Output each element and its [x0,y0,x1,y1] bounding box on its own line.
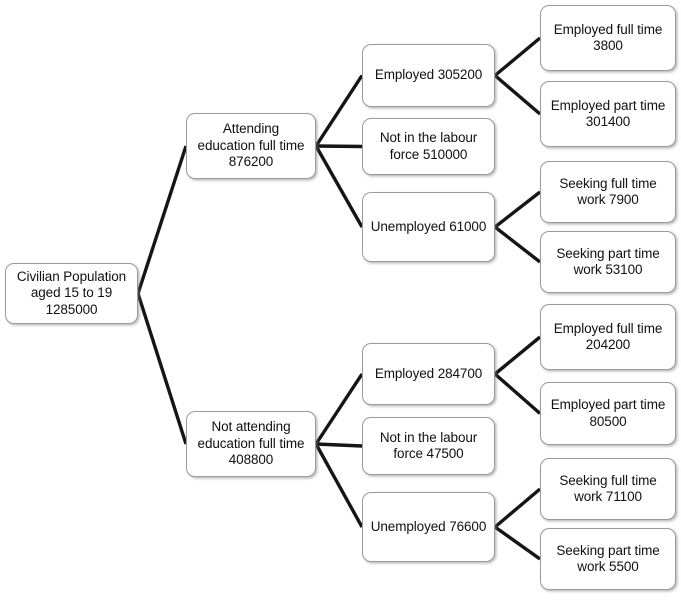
node-label-nat-employed: Employed 284700 [374,365,483,381]
node-label-att-employed: Employed 305200 [374,67,483,83]
connector-not-attending-to-nat-employed [314,373,364,445]
node-label-att-emp-ft: Employed full time 3800 [553,21,663,54]
connector-nat-unemployed-to-nat-seek-ft [493,487,542,529]
connector-attending-to-att-nilf [315,144,363,149]
node-label-nat-seek-ft: Seeking full time work 71100 [559,472,657,505]
node-label-att-nilf: Not in the labour force 510000 [379,130,478,162]
node-nat-seek-pt[interactable]: Seeking part time work 5500 [540,528,676,590]
connector-not-attending-to-nat-unemployed [314,443,364,528]
node-att-nilf[interactable]: Not in the labour force 510000 [362,118,495,175]
node-label-nat-nilf: Not in the labour force 47500 [379,429,478,462]
node-label-att-seek-ft: Seeking full time work 7900 [559,175,657,208]
node-att-unemployed[interactable]: Unemployed 61000 [362,192,495,262]
connector-not-attending-to-nat-nilf [315,442,363,448]
node-nat-seek-ft[interactable]: Seeking full time work 71100 [540,458,676,520]
node-att-emp-pt[interactable]: Employed part time 301400 [540,81,676,147]
node-label-att-seek-pt: Seeking part time work 53100 [556,245,660,278]
connector-att-unemployed-to-att-seek-pt [493,225,542,264]
node-label-nat-emp-ft: Employed full time 204200 [553,320,663,353]
node-label-root: Civilian Population aged 15 to 19 128500… [16,268,127,317]
connector-attending-to-att-unemployed [314,145,364,228]
node-nat-emp-pt[interactable]: Employed part time 80500 [540,382,676,445]
connector-root-to-not-attending [136,292,188,445]
node-label-nat-seek-pt: Seeking part time work 5500 [556,542,660,575]
connector-nat-employed-to-nat-emp-pt [493,372,542,415]
node-attending[interactable]: Attending education full time 876200 [186,113,316,179]
node-nat-nilf[interactable]: Not in the labour force 47500 [362,417,495,475]
node-label-att-unemployed: Unemployed 61000 [370,218,487,234]
node-att-emp-ft[interactable]: Employed full time 3800 [540,5,676,71]
node-label-attending: Attending education full time 876200 [197,121,305,170]
node-not-attending[interactable]: Not attending education full time 408800 [186,411,316,477]
connector-attending-to-att-employed [314,74,364,147]
connector-nat-employed-to-nat-emp-ft [493,335,542,376]
node-nat-employed[interactable]: Employed 284700 [362,343,495,405]
connector-att-unemployed-to-att-seek-ft [493,190,542,229]
connector-nat-unemployed-to-nat-seek-pt [494,525,541,561]
node-root[interactable]: Civilian Population aged 15 to 19 128500… [5,263,138,324]
node-att-employed[interactable]: Employed 305200 [362,44,495,107]
node-att-seek-ft[interactable]: Seeking full time work 7900 [540,161,676,223]
node-att-seek-pt[interactable]: Seeking part time work 53100 [540,231,676,293]
node-label-nat-unemployed: Unemployed 76600 [370,518,487,534]
node-label-att-emp-pt: Employed part time 301400 [550,97,666,130]
node-nat-emp-ft[interactable]: Employed full time 204200 [540,304,676,370]
node-label-not-attending: Not attending education full time 408800 [197,419,305,468]
connector-root-to-attending [136,145,188,295]
connector-att-employed-to-att-emp-ft [493,36,542,77]
node-nat-unemployed[interactable]: Unemployed 76600 [362,492,495,562]
tree-diagram: Civilian Population aged 15 to 19 128500… [0,0,681,600]
connector-att-employed-to-att-emp-pt [493,74,542,116]
node-label-nat-emp-pt: Employed part time 80500 [550,397,666,429]
